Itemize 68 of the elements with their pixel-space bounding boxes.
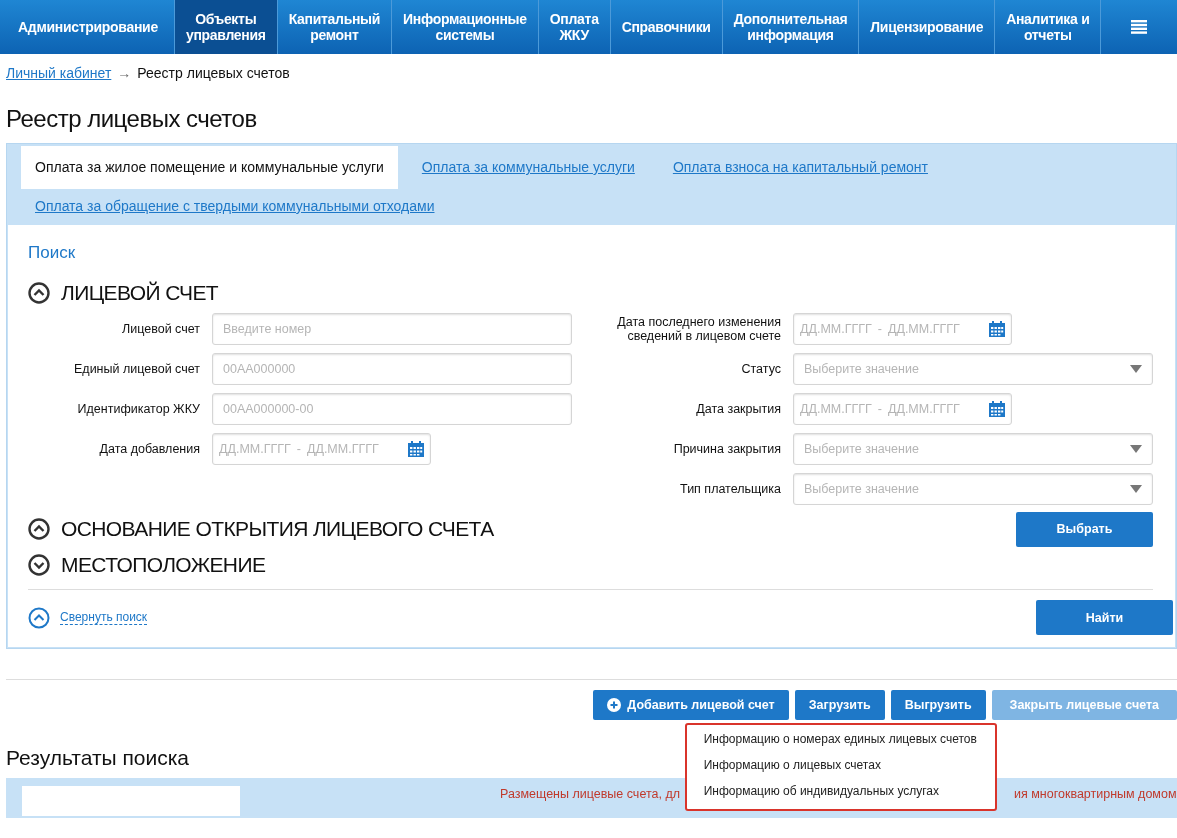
calendar-icon[interactable] — [989, 401, 1005, 417]
select-placeholder: Выберите значение — [804, 362, 919, 376]
chevron-icon[interactable] — [28, 554, 50, 576]
dropdown-caret-icon — [1130, 485, 1142, 493]
find-button[interactable]: Найти — [1036, 600, 1173, 635]
range-separator: - — [296, 442, 301, 456]
date-placeholder: ДД.ММ.ГГГГ — [800, 322, 872, 336]
action-button[interactable]: Выгрузить — [890, 690, 986, 720]
date-placeholder: ДД.ММ.ГГГГ — [887, 402, 960, 416]
field-label: Лицевой счет — [121, 322, 200, 336]
date-placeholder: ДД.ММ.ГГГГ — [306, 442, 379, 456]
nav-item[interactable]: Объекты управления — [174, 0, 278, 54]
field-label: Причина закрытия — [672, 442, 781, 456]
nav-item[interactable]: Капитальный ремонт — [277, 0, 393, 54]
page-title: Реестр лицевых счетов — [6, 105, 258, 133]
calendar-icon[interactable] — [989, 321, 1005, 337]
menu-item[interactable]: Информацию о лицевых счетах — [686, 754, 995, 780]
input-field[interactable]: 00АА000000-00 — [212, 393, 572, 425]
breadcrumb-current: Реестр лицевых счетов — [137, 65, 290, 83]
results-title: Результаты поиска — [6, 746, 190, 770]
tab[interactable]: Оплата за коммунальные услуги — [407, 146, 649, 189]
notice-text: Размещены лицевые счета, дл — [500, 787, 680, 801]
menu-item[interactable]: Информацию о номерах единых лицевых счетов — [686, 728, 995, 754]
select-placeholder: Выберите значение — [804, 482, 919, 496]
nav-item[interactable]: Справочники — [610, 0, 723, 54]
field-label: Тип плательщика — [679, 482, 781, 496]
search-title: Поиск — [28, 243, 77, 263]
date-placeholder: ДД.ММ.ГГГГ — [800, 402, 872, 416]
date-placeholder: ДД.ММ.ГГГГ — [219, 442, 291, 456]
section-title[interactable]: МЕСТОПОЛОЖЕНИЕ — [61, 553, 266, 577]
breadcrumb-link[interactable]: Личный кабинет — [6, 65, 112, 87]
menu-item[interactable]: Информацию об индивидуальных услугах — [686, 780, 995, 806]
section-title[interactable]: ОСНОВАНИЕ ОТКРЫТИЯ ЛИЦЕВОГО СЧЕТА — [61, 517, 494, 541]
tab[interactable]: Оплата за обращение с твердыми коммунальными отходами — [21, 189, 449, 225]
tab[interactable]: Оплата за жилое помещение и коммунальные услуги — [21, 146, 398, 189]
nav-item[interactable]: Оплата ЖКУ — [538, 0, 611, 54]
chevron-icon[interactable] — [28, 518, 50, 540]
nav-item[interactable]: Администрирование — [0, 0, 175, 54]
nav-item[interactable]: Аналитика и отчеты — [995, 0, 1102, 54]
nav-item[interactable]: Информационные системы — [392, 0, 539, 54]
tab[interactable]: Оплата взноса на капитальный ремонт — [658, 146, 942, 189]
plus-icon — [607, 698, 622, 712]
nav-item[interactable]: Дополнительная информация — [722, 0, 860, 54]
date-placeholder: ДД.ММ.ГГГГ — [887, 322, 960, 336]
field-label: Дата добавления — [98, 442, 200, 456]
select-placeholder: Выберите значение — [804, 442, 919, 456]
range-separator: - — [877, 322, 882, 336]
nav-item[interactable]: Лицензирование — [859, 0, 996, 54]
choose-button[interactable]: Выбрать — [1016, 511, 1153, 547]
dropdown-caret-icon — [1130, 365, 1142, 373]
chevron-icon[interactable] — [28, 282, 50, 304]
input-field[interactable]: 00АА000000 — [212, 353, 572, 385]
section-title[interactable]: ЛИЦЕВОЙ СЧЕТ — [61, 281, 219, 305]
notice-text: ия многоквартирным домом — [1014, 787, 1177, 801]
field-label: Единый лицевой счет — [73, 362, 200, 376]
range-separator: - — [877, 402, 882, 416]
action-button[interactable]: Загрузить — [794, 690, 885, 720]
input-field[interactable]: Введите номер — [212, 313, 572, 345]
collapse-search-link[interactable]: Свернуть поиск — [60, 610, 148, 625]
field-label: Дата последнего изменения сведений в лицевом счете — [616, 315, 781, 343]
breadcrumb-separator: → — [117, 65, 132, 83]
field-label: Дата закрытия — [695, 402, 781, 416]
field-label: Идентификатор ЖКУ — [76, 402, 200, 416]
collapse-icon[interactable] — [28, 606, 50, 629]
field-label: Статус — [740, 362, 781, 376]
action-button[interactable]: Добавить лицевой счет — [593, 690, 789, 720]
calendar-icon[interactable] — [408, 441, 424, 457]
dropdown-caret-icon — [1130, 445, 1142, 453]
